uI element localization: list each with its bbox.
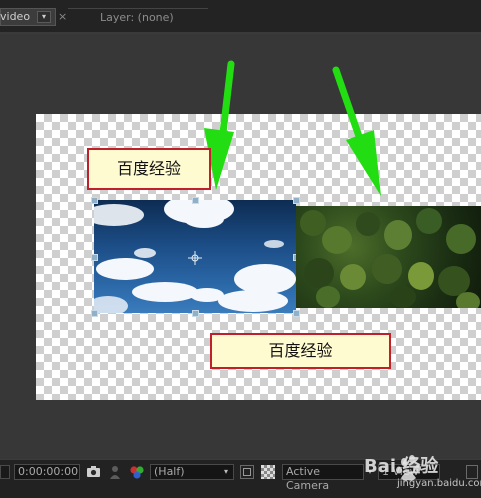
transparency-grid-icon[interactable]	[261, 465, 275, 479]
region-of-interest-inner	[243, 468, 251, 476]
magnification-stub[interactable]	[0, 465, 10, 479]
watermark-brand-text: Bai 经验	[364, 456, 439, 477]
annotation-label-top: 百度经验	[87, 148, 211, 190]
arrow-annotations	[204, 60, 381, 196]
watermark-url: jingyan.baidu.com	[397, 478, 481, 489]
arrow-icon	[332, 66, 381, 196]
camera-view-select[interactable]: Active Camera	[282, 464, 364, 492]
camera-icon[interactable]	[86, 465, 101, 479]
person-icon[interactable]	[109, 465, 121, 479]
color-channels-icon[interactable]	[129, 465, 145, 479]
annotation-label-bottom: 百度经验	[210, 333, 391, 369]
resolution-dropdown-icon[interactable]: ▾	[219, 465, 233, 479]
timecode-field[interactable]: 0:00:00:00	[14, 464, 80, 480]
